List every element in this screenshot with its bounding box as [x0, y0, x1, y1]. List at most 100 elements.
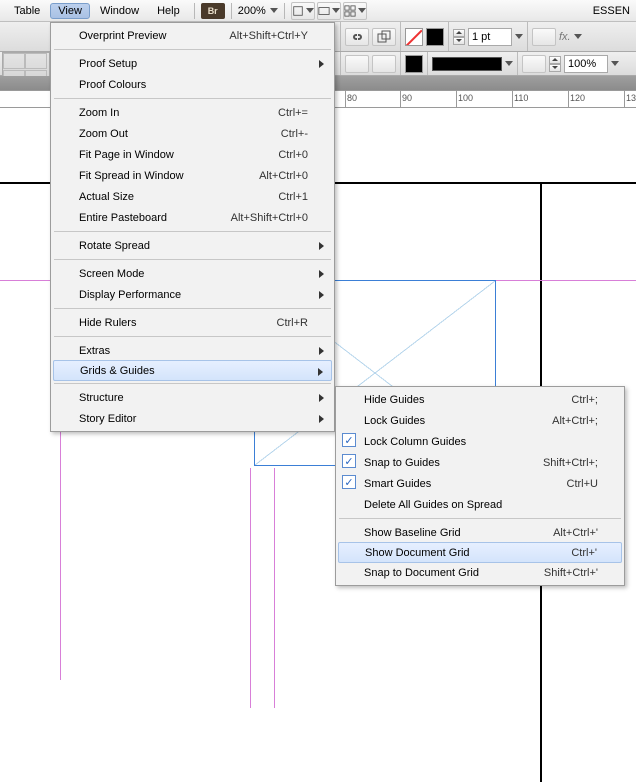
menu-shortcut: Alt+Shift+Ctrl+0	[201, 212, 308, 224]
menu-item[interactable]: Actual SizeCtrl+1	[53, 186, 332, 207]
arrange-button[interactable]	[343, 2, 367, 20]
menu-shortcut: Alt+Ctrl+;	[522, 415, 598, 427]
menu-window[interactable]: Window	[92, 3, 147, 19]
stroke-stepper[interactable]	[453, 29, 465, 45]
chevron-down-icon[interactable]	[505, 61, 513, 66]
menu-item-label: Hide Guides	[364, 394, 425, 406]
menu-shortcut: Ctrl+'	[541, 547, 597, 559]
menu-shortcut: Ctrl+U	[537, 478, 598, 490]
ruler-label: 130	[626, 93, 636, 103]
menu-item-label: Grids & Guides	[80, 365, 155, 377]
menu-item-label: Proof Setup	[79, 58, 137, 70]
menu-item[interactable]: Show Baseline GridAlt+Ctrl+'	[338, 522, 622, 543]
zoom-combo[interactable]: 200%	[238, 5, 278, 17]
menu-item[interactable]: ✓ Lock Column Guides	[338, 431, 622, 452]
menu-item-label: Actual Size	[79, 191, 134, 203]
column-guide[interactable]	[274, 468, 275, 708]
menu-item-label: Entire Pasteboard	[79, 212, 167, 224]
opacity-icon[interactable]	[522, 55, 546, 73]
menu-separator	[54, 383, 331, 384]
chevron-down-icon[interactable]	[515, 34, 523, 39]
menu-item-label: Structure	[79, 392, 124, 404]
menu-item-label: Overprint Preview	[79, 30, 166, 42]
gradient-icon[interactable]	[532, 28, 556, 46]
menu-item-label: Zoom Out	[79, 128, 128, 140]
menu-item[interactable]: ✓Smart GuidesCtrl+U	[338, 473, 622, 494]
view-options-button[interactable]	[291, 2, 315, 20]
menu-item-label: Snap to Document Grid	[364, 567, 479, 579]
ruler-label: 110	[514, 93, 528, 103]
menu-item[interactable]: Entire Pasteboard Alt+Shift+Ctrl+0	[53, 207, 332, 228]
menu-view[interactable]: View	[50, 3, 90, 19]
menu-item[interactable]: Hide GuidesCtrl+;	[338, 389, 622, 410]
menu-separator	[54, 98, 331, 99]
menu-item-label: Proof Colours	[79, 79, 146, 91]
submenu-arrow-icon	[319, 242, 324, 250]
submenu-arrow-icon	[319, 270, 324, 278]
stroke-swatch[interactable]	[426, 28, 444, 46]
menu-item[interactable]: Proof Colours	[53, 74, 332, 95]
separator	[231, 3, 232, 19]
menu-item[interactable]: Show Document Grid Ctrl+'	[338, 542, 622, 563]
link-group	[340, 22, 400, 51]
menu-separator	[54, 308, 331, 309]
stroke-weight-group: 1 pt	[448, 22, 527, 51]
document-name: ESSEN	[593, 5, 630, 17]
menu-item[interactable]: Screen Mode	[53, 263, 332, 284]
menu-item[interactable]: Lock GuidesAlt+Ctrl+;	[338, 410, 622, 431]
ruler-label: 100	[458, 93, 473, 103]
stroke-style[interactable]	[432, 57, 502, 71]
menu-item[interactable]: Extras	[53, 340, 332, 361]
menu-item[interactable]: Grids & Guides	[53, 360, 332, 381]
menu-separator	[54, 49, 331, 50]
menu-item-label: Display Performance	[79, 289, 181, 301]
menu-item[interactable]: Structure	[53, 387, 332, 408]
opacity-stepper[interactable]	[549, 56, 561, 72]
effects-group: fx.	[527, 22, 586, 51]
check-icon: ✓	[342, 433, 356, 447]
menu-shortcut: Alt+Ctrl+0	[229, 170, 308, 182]
tool-b[interactable]	[25, 53, 47, 69]
menu-item-label: Lock Column Guides	[364, 436, 466, 448]
menu-item[interactable]: Proof Setup	[53, 53, 332, 74]
menu-item-label: Show Document Grid	[365, 547, 470, 559]
menu-item[interactable]: ✓Snap to GuidesShift+Ctrl+;	[338, 452, 622, 473]
link-icon[interactable]	[345, 28, 369, 46]
ruler-label: 90	[402, 93, 412, 103]
menu-item[interactable]: Story Editor	[53, 408, 332, 429]
menu-item-label: Story Editor	[79, 413, 136, 425]
menu-table[interactable]: Table	[6, 3, 48, 19]
menu-item[interactable]: Snap to Document GridShift+Ctrl+'	[338, 562, 622, 583]
menu-separator	[339, 518, 621, 519]
group-icon[interactable]	[372, 28, 396, 46]
submenu-arrow-icon	[319, 415, 324, 423]
menu-item[interactable]: Display Performance	[53, 284, 332, 305]
bridge-button[interactable]: Br	[201, 3, 225, 19]
separator	[194, 3, 195, 19]
menu-help[interactable]: Help	[149, 3, 188, 19]
opacity-input[interactable]: 100%	[564, 55, 608, 73]
submenu-arrow-icon	[318, 368, 323, 376]
menu-item[interactable]: Hide RulersCtrl+R	[53, 312, 332, 333]
column-guide[interactable]	[250, 468, 251, 708]
menu-item[interactable]: Rotate Spread	[53, 235, 332, 256]
menu-item[interactable]: Fit Spread in WindowAlt+Ctrl+0	[53, 165, 332, 186]
fill-stroke-group	[400, 22, 448, 51]
grids-guides-submenu: Hide GuidesCtrl+;Lock GuidesAlt+Ctrl+; ✓ L…	[335, 386, 625, 586]
stroke-weight-input[interactable]: 1 pt	[468, 28, 512, 46]
color-swatch[interactable]	[405, 55, 423, 73]
fx-button[interactable]: fx.	[559, 31, 571, 43]
menu-item[interactable]: Overprint PreviewAlt+Shift+Ctrl+Y	[53, 25, 332, 46]
rotate-icon[interactable]	[372, 55, 396, 73]
menu-item-label: Screen Mode	[79, 268, 144, 280]
screen-mode-button[interactable]	[317, 2, 341, 20]
chevron-down-icon[interactable]	[574, 34, 582, 39]
menu-item[interactable]: Delete All Guides on Spread	[338, 494, 622, 515]
tool-a[interactable]	[3, 53, 25, 69]
menu-item[interactable]: Zoom InCtrl+=	[53, 102, 332, 123]
fill-swatch[interactable]	[405, 28, 423, 46]
menu-item[interactable]: Fit Page in WindowCtrl+0	[53, 144, 332, 165]
flip-icon[interactable]	[345, 55, 369, 73]
menu-item[interactable]: Zoom OutCtrl+-	[53, 123, 332, 144]
chevron-down-icon[interactable]	[611, 61, 619, 66]
